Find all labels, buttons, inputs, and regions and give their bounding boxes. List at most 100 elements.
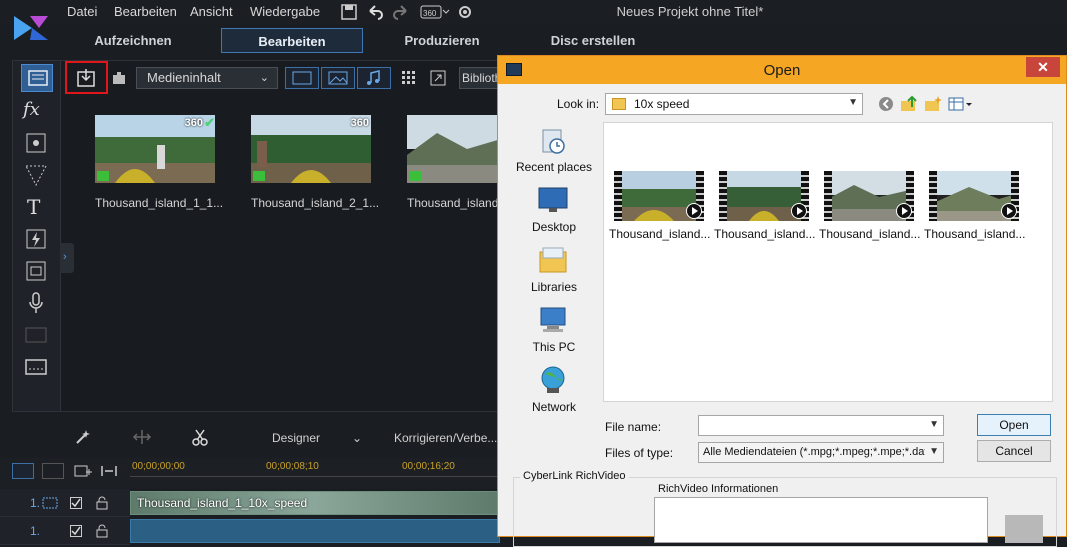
magic-tool-icon[interactable]: [74, 428, 92, 446]
transition-room-button[interactable]: [23, 163, 49, 187]
file-item[interactable]: Thousand_island...: [924, 169, 1025, 249]
audio-clip[interactable]: [130, 519, 500, 543]
file-item[interactable]: Thousand_island...: [609, 169, 710, 249]
svg-text:360: 360: [423, 9, 437, 18]
correct-enhance-button[interactable]: Korrigieren/Verbe...: [394, 431, 497, 445]
chevron-down-icon[interactable]: ⌄: [352, 431, 362, 445]
track-number: 1.: [30, 496, 41, 510]
particle-room-button[interactable]: [23, 131, 49, 155]
expand-panel-handle[interactable]: ›: [60, 243, 74, 273]
split-trim-icon[interactable]: [132, 428, 152, 446]
fx-room-button[interactable]: fx: [23, 99, 49, 123]
undo-icon[interactable]: [366, 3, 384, 21]
place-label: Network: [531, 400, 576, 414]
video-track-icon: [42, 497, 58, 509]
lock-icon[interactable]: [96, 496, 108, 510]
file-item[interactable]: Thousand_island...: [819, 169, 920, 249]
audio-room-button[interactable]: [23, 291, 49, 315]
music-note-icon: [367, 70, 380, 85]
richvideo-preview: [1005, 515, 1043, 543]
lock-icon[interactable]: [96, 524, 108, 538]
menu-ansicht[interactable]: Ansicht: [190, 4, 233, 19]
timeline-clip[interactable]: Thousand_island_1_10x_speed: [130, 491, 500, 515]
title-room-button[interactable]: T: [23, 195, 49, 219]
tab-disc-erstellen[interactable]: Disc erstellen: [540, 28, 646, 53]
menu-datei[interactable]: Datei: [67, 4, 97, 19]
tab-aufzeichnen[interactable]: Aufzeichnen: [78, 28, 188, 53]
place-recent[interactable]: Recent places: [506, 122, 602, 182]
menu-wiedergabe[interactable]: Wiedergabe: [250, 4, 320, 19]
place-label: This PC: [532, 340, 576, 354]
timeline-view-button[interactable]: [12, 463, 34, 479]
dialog-title-bar[interactable]: Open ✕: [498, 56, 1066, 84]
media-thumbnail[interactable]: [407, 115, 501, 183]
place-label: Recent places: [515, 160, 593, 174]
folder-icon: [612, 98, 626, 110]
track-enable-checkbox[interactable]: [70, 497, 82, 509]
track-number: 1.: [30, 524, 41, 538]
image-filter-button[interactable]: [321, 67, 355, 89]
media-content-dropdown[interactable]: Medieninhalt ⌄: [136, 67, 278, 89]
storyboard-view-button[interactable]: [42, 463, 64, 479]
media-thumbnail[interactable]: 360 ✔: [95, 115, 215, 183]
chapter-room-button[interactable]: [23, 323, 49, 347]
grid-view-icon[interactable]: [401, 70, 417, 86]
expand-icon[interactable]: [430, 70, 446, 86]
menu-bearbeiten[interactable]: Bearbeiten: [114, 4, 177, 19]
video-filter-button[interactable]: [285, 67, 319, 89]
media-label: Thousand_island: [407, 196, 499, 210]
effects-room-button[interactable]: [23, 227, 49, 251]
view-menu-icon[interactable]: [948, 95, 974, 113]
file-name-input[interactable]: ▼: [698, 415, 944, 436]
timeline-ruler[interactable]: [130, 476, 500, 488]
place-libraries[interactable]: Libraries: [506, 242, 602, 302]
recent-places-icon: [542, 129, 565, 154]
project-title: Neues Projekt ohne Titel*: [616, 4, 764, 19]
track-header: 1.: [0, 517, 130, 545]
place-network[interactable]: Network: [506, 362, 602, 422]
file-name-label: Thousand_island...: [714, 227, 816, 241]
new-folder-icon[interactable]: [924, 95, 942, 113]
designer-button[interactable]: Designer: [272, 431, 320, 445]
360-view-icon[interactable]: 360: [420, 3, 450, 21]
audio-filter-button[interactable]: [357, 67, 391, 89]
chevron-down-icon: ▼: [929, 419, 939, 430]
landscape-image: [407, 115, 501, 183]
film-strip-left: [719, 171, 727, 221]
place-desktop[interactable]: Desktop: [506, 182, 602, 242]
tab-bearbeiten[interactable]: Bearbeiten: [221, 28, 363, 53]
redo-icon[interactable]: [392, 3, 410, 21]
file-item[interactable]: Thousand_island...: [714, 169, 815, 249]
media-thumbnail[interactable]: 360: [251, 115, 371, 183]
360-badge: 360: [184, 117, 203, 129]
track-enable-checkbox[interactable]: [70, 525, 82, 537]
fit-timeline-icon[interactable]: [100, 463, 118, 479]
place-this-pc[interactable]: This PC: [506, 302, 602, 362]
open-dialog: Open ✕ Look in: 10x speed ▼ Recent place…: [497, 55, 1067, 547]
computer-icon: [540, 307, 566, 332]
video-thumbnail: [929, 171, 1019, 221]
cancel-button[interactable]: Cancel: [977, 440, 1051, 462]
scissors-icon[interactable]: [191, 428, 209, 446]
file-name-label: Thousand_island...: [819, 227, 921, 241]
track-manager-icon[interactable]: [74, 463, 92, 479]
image-icon: [328, 71, 348, 85]
save-icon[interactable]: [340, 3, 358, 21]
look-in-dropdown[interactable]: 10x speed ▼: [605, 93, 863, 115]
network-globe-icon: [541, 366, 565, 393]
back-icon[interactable]: [877, 95, 895, 113]
tab-produzieren[interactable]: Produzieren: [390, 28, 494, 53]
close-button[interactable]: ✕: [1026, 57, 1060, 77]
richvideo-info-box: [654, 497, 988, 543]
video-type-icon: [253, 171, 265, 181]
open-button[interactable]: Open: [977, 414, 1051, 436]
media-room-button[interactable]: [21, 64, 53, 92]
desktop-icon: [538, 187, 568, 212]
settings-icon[interactable]: [456, 3, 474, 21]
pip-room-button[interactable]: [23, 259, 49, 283]
plugin-icon[interactable]: [110, 69, 128, 87]
subtitle-room-button[interactable]: [23, 355, 49, 379]
files-of-type-dropdown[interactable]: Alle Mediendateien (*.mpg;*.mpeg;*.mpe;*…: [698, 442, 944, 463]
up-folder-icon[interactable]: [900, 95, 918, 113]
microphone-icon: [29, 292, 43, 313]
